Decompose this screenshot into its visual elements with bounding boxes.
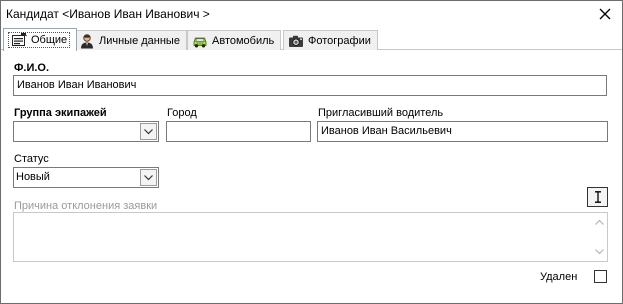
chevron-down-icon	[144, 174, 153, 180]
city-label: Город	[167, 107, 197, 119]
camera-icon	[289, 35, 303, 47]
person-icon	[81, 33, 93, 48]
inviting-driver-label: Пригласивший водитель	[318, 107, 444, 119]
status-select[interactable]: Новый	[13, 167, 159, 188]
general-form-icon	[12, 32, 27, 46]
deleted-checkbox[interactable]	[594, 270, 607, 283]
tab-car[interactable]: Автомобиль	[187, 30, 282, 50]
deleted-label: Удален	[540, 271, 578, 283]
status-dropdown-button[interactable]	[140, 169, 157, 186]
fio-label: Ф.И.О.	[14, 62, 50, 74]
chevron-up-icon	[594, 219, 604, 225]
close-icon	[599, 8, 611, 20]
rejection-reason-textarea[interactable]	[13, 212, 608, 262]
tab-label: Личные данные	[99, 34, 180, 47]
text-cursor-icon	[594, 191, 601, 203]
status-value: Новый	[16, 171, 50, 183]
crew-group-select[interactable]	[13, 121, 159, 142]
chevron-down-icon	[144, 128, 153, 134]
city-field[interactable]	[166, 121, 311, 142]
chevron-down-icon	[594, 249, 604, 255]
tab-label: Автомобиль	[212, 34, 275, 47]
tab-photos[interactable]: Фотографии	[283, 30, 378, 50]
tab-label: Фотографии	[308, 34, 371, 47]
inviting-driver-field[interactable]: Иванов Иван Васильевич	[317, 121, 608, 142]
car-icon	[193, 37, 207, 47]
title-bar: Кандидат <Иванов Иван Иванович >	[1, 1, 622, 27]
close-button[interactable]	[596, 5, 614, 23]
tab-general[interactable]: Общие	[3, 28, 78, 51]
scroll-down-button[interactable]	[593, 246, 605, 258]
crew-group-label: Группа экипажей	[14, 107, 107, 119]
status-label: Статус	[14, 153, 49, 165]
window-title: Кандидат <Иванов Иван Иванович >	[6, 7, 210, 21]
crew-group-dropdown-button[interactable]	[140, 123, 157, 140]
text-edit-button[interactable]	[587, 187, 608, 207]
rejection-reason-label: Причина отклонения заявки	[14, 200, 158, 212]
candidate-window: Кандидат <Иванов Иван Иванович > Общие Л…	[0, 0, 623, 304]
fio-field[interactable]: Иванов Иван Иванович	[13, 75, 607, 96]
tab-bar: Общие Личные данные Автомобиль Фотографи…	[1, 28, 622, 51]
scroll-up-button[interactable]	[593, 216, 605, 228]
tab-label: Общие	[31, 34, 68, 46]
tab-personal-data[interactable]: Личные данные	[74, 30, 187, 50]
